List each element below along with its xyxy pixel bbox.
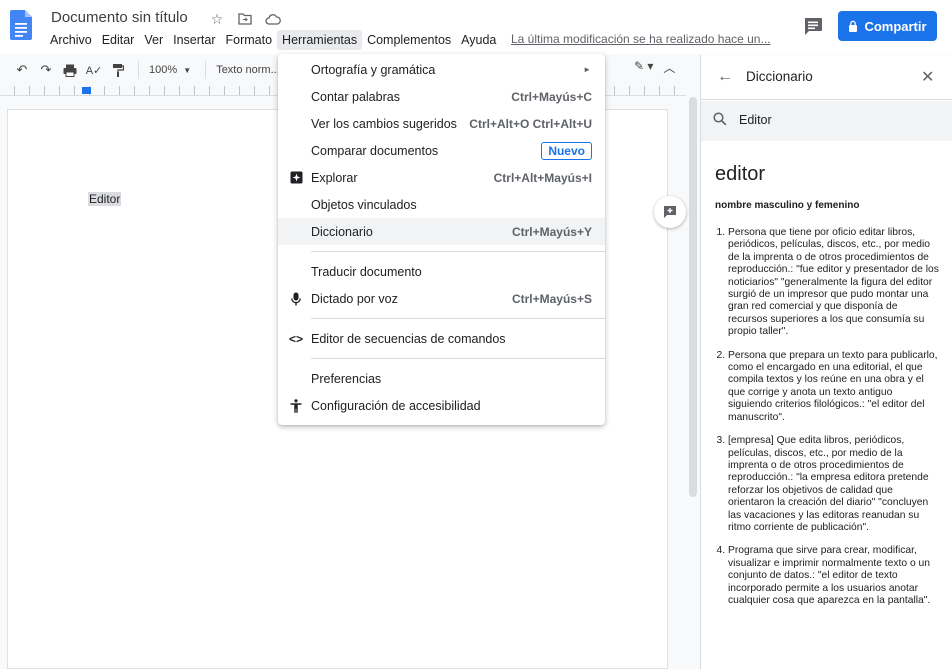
last-edit-link[interactable]: La última modificación se ha realizado h… — [511, 32, 770, 46]
search-icon — [713, 112, 727, 126]
menu-ayuda[interactable]: Ayuda — [456, 30, 501, 50]
menu-item-translate[interactable]: Traducir documento — [278, 258, 605, 285]
definition-item: Persona que prepara un texto para public… — [728, 350, 939, 424]
menu-editar[interactable]: Editar — [97, 30, 140, 50]
menu-insertar[interactable]: Insertar — [168, 30, 220, 50]
close-icon[interactable]: ✕ — [921, 67, 934, 87]
document-title[interactable]: Documento sin título — [51, 9, 188, 26]
print-icon[interactable] — [60, 59, 80, 81]
menu-item-label: Configuración de accesibilidad — [311, 398, 481, 413]
menu-divider — [311, 318, 605, 319]
share-button[interactable]: Compartir — [838, 11, 937, 41]
menu-bar: Archivo Editar Ver Insertar Formato Herr… — [45, 30, 501, 50]
menu-item-accessibility[interactable]: Configuración de accesibilidad — [278, 392, 605, 419]
dictionary-results: editor nombre masculino y femenino Perso… — [701, 145, 952, 669]
menu-formato[interactable]: Formato — [221, 30, 278, 50]
menu-herramientas[interactable]: Herramientas — [277, 30, 363, 50]
zoom-value: 100% — [149, 64, 178, 76]
style-value: Texto norm... — [216, 64, 280, 76]
toolbar-right: ✎ ▾ ︿ — [634, 59, 675, 76]
definition-item: [empresa] Que edita libros, periódicos, … — [728, 435, 939, 534]
menu-item-label: Comparar documentos — [311, 143, 439, 158]
menu-item-word-count[interactable]: Contar palabras Ctrl+Mayús+C — [278, 83, 605, 110]
part-of-speech: nombre masculino y femenino — [715, 200, 860, 211]
back-arrow-icon[interactable]: ← — [717, 68, 733, 86]
menu-item-shortcut: Ctrl+Alt+Mayús+I — [493, 170, 592, 185]
undo-icon[interactable]: ↶ — [12, 59, 32, 81]
collapse-toolbar-icon[interactable]: ︿ — [663, 59, 675, 76]
menu-item-label: Ver los cambios sugeridos — [311, 116, 457, 131]
menu-item-label: Editor de secuencias de comandos — [311, 331, 506, 346]
dictionary-search — [701, 101, 952, 141]
selected-text[interactable]: Editor — [88, 192, 122, 206]
toolbar-divider — [138, 61, 139, 79]
menu-item-preferences[interactable]: Preferencias — [278, 365, 605, 392]
menu-item-label: Preferencias — [311, 371, 382, 386]
comments-icon[interactable] — [800, 14, 826, 38]
indent-marker[interactable] — [82, 87, 91, 94]
paint-format-icon[interactable] — [108, 59, 128, 81]
menu-item-shortcut: Ctrl+Alt+O Ctrl+Alt+U — [469, 116, 592, 131]
menu-item-shortcut: Ctrl+Mayús+S — [511, 291, 592, 306]
submenu-arrow-icon: ► — [583, 65, 591, 74]
lock-icon — [849, 20, 858, 32]
panel-title: Diccionario — [746, 69, 813, 84]
panel-header: ← Diccionario ✕ — [701, 55, 952, 100]
dictionary-word: editor — [715, 163, 766, 185]
accessibility-icon — [289, 398, 303, 413]
new-badge: Nuevo — [541, 141, 592, 160]
move-folder-icon[interactable] — [236, 10, 254, 28]
menu-item-suggested-changes[interactable]: Ver los cambios sugeridos Ctrl+Alt+O Ctr… — [278, 110, 605, 137]
menu-item-shortcut: Ctrl+Mayús+C — [511, 89, 592, 104]
menu-divider — [311, 251, 605, 252]
menu-item-label: Ortografía y gramática — [311, 62, 436, 77]
menu-item-spelling[interactable]: Ortografía y gramática ► — [278, 56, 605, 83]
menu-item-label: Objetos vinculados — [311, 197, 417, 212]
google-docs-window: Documento sin título ☆ Archivo Editar Ve… — [0, 0, 952, 669]
menu-item-label: Explorar — [311, 170, 358, 185]
menu-divider — [311, 358, 605, 359]
cloud-status-icon[interactable] — [264, 10, 282, 28]
add-comment-button[interactable] — [654, 196, 686, 228]
chevron-down-icon: ▼ — [183, 65, 192, 75]
dictionary-search-input[interactable] — [739, 113, 939, 127]
zoom-select[interactable]: 100% ▼ — [145, 59, 195, 81]
scrollbar[interactable] — [689, 97, 697, 497]
microphone-icon — [289, 292, 303, 306]
menu-item-label: Traducir documento — [311, 264, 422, 279]
menu-ver[interactable]: Ver — [139, 30, 168, 50]
toolbar-divider — [205, 61, 207, 79]
definition-item: Programa que sirve para crear, modificar… — [728, 545, 939, 607]
menu-item-script-editor[interactable]: <> Editor de secuencias de comandos — [278, 325, 605, 352]
star-icon[interactable]: ☆ — [208, 10, 226, 28]
docs-logo-icon[interactable] — [10, 10, 32, 40]
explore-icon — [289, 171, 303, 185]
menu-complementos[interactable]: Complementos — [362, 30, 456, 50]
menu-item-label: Contar palabras — [311, 89, 400, 104]
dictionary-panel: ← Diccionario ✕ editor nombre masculino … — [700, 55, 952, 669]
menu-archivo[interactable]: Archivo — [45, 30, 97, 50]
menu-item-label: Dictado por voz — [311, 291, 398, 306]
definition-item: Persona que tiene por oficio editar libr… — [728, 227, 939, 339]
menu-item-dictionary[interactable]: Diccionario Ctrl+Mayús+Y — [278, 218, 605, 245]
add-comment-icon — [664, 206, 676, 218]
code-icon: <> — [289, 331, 304, 346]
menu-item-compare-documents[interactable]: Comparar documentos Nuevo — [278, 137, 605, 164]
menu-item-label: Diccionario — [311, 224, 373, 239]
title-icons: ☆ — [208, 10, 282, 28]
definition-list: Persona que tiene por oficio editar libr… — [715, 227, 939, 607]
menu-item-shortcut: Ctrl+Mayús+Y — [511, 224, 592, 239]
spellcheck-icon[interactable]: A✓ — [84, 59, 104, 81]
menu-item-linked-objects[interactable]: Objetos vinculados — [278, 191, 605, 218]
redo-icon[interactable]: ↷ — [36, 59, 56, 81]
header: Documento sin título ☆ Archivo Editar Ve… — [0, 0, 952, 54]
menu-item-explore[interactable]: Explorar Ctrl+Alt+Mayús+I — [278, 164, 605, 191]
menu-item-voice-typing[interactable]: Dictado por voz Ctrl+Mayús+S — [278, 285, 605, 312]
share-label: Compartir — [864, 18, 927, 34]
edit-mode-icon[interactable]: ✎ ▾ — [634, 59, 653, 76]
tools-menu: Ortografía y gramática ► Contar palabras… — [278, 54, 605, 425]
